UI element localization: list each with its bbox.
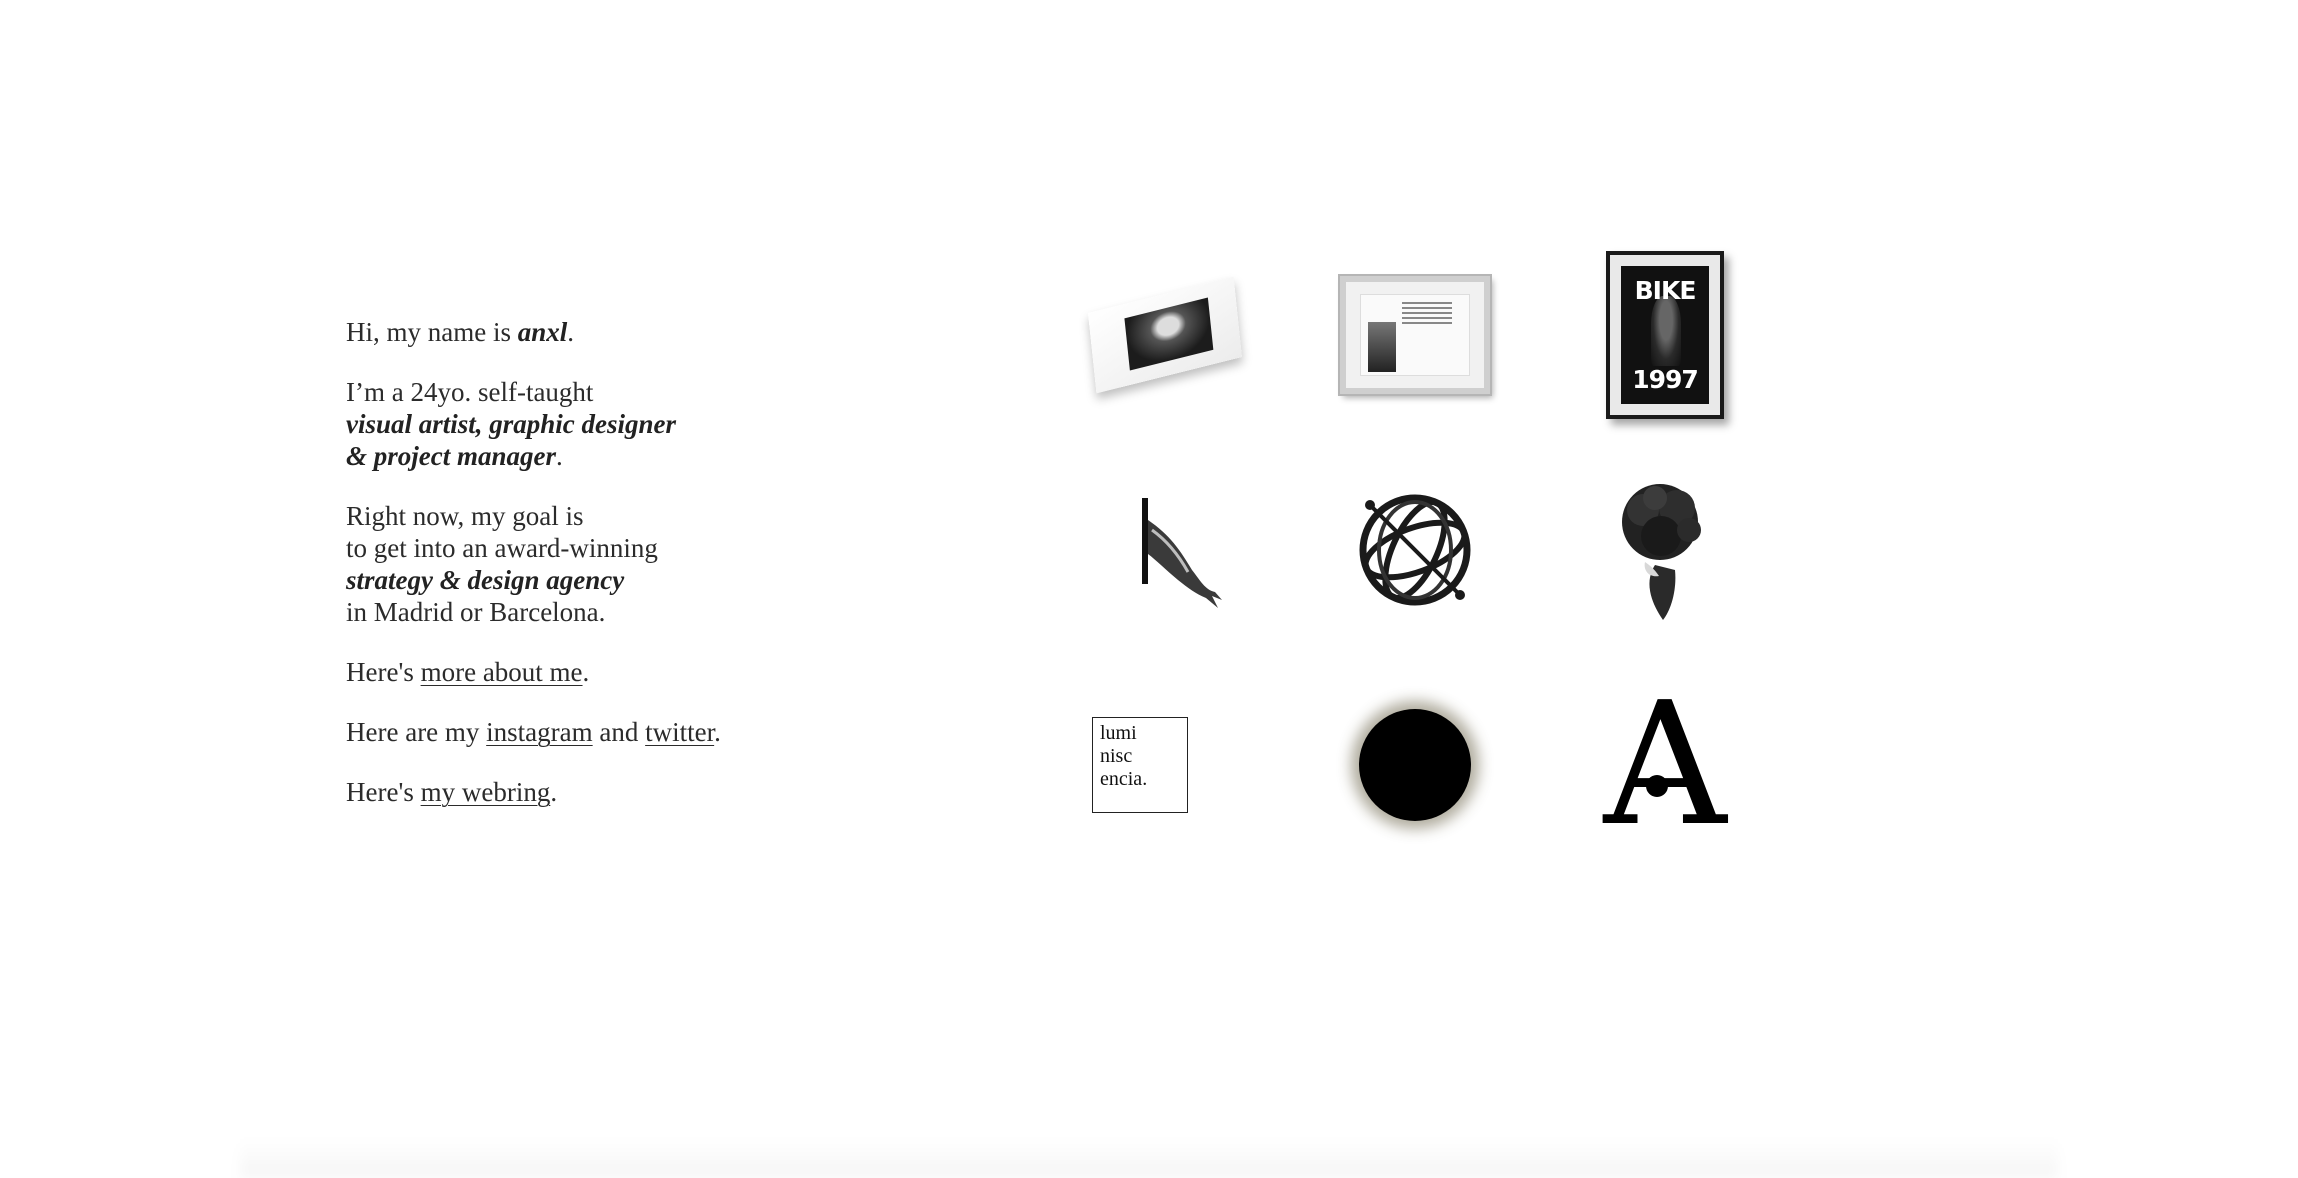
greeting-suffix: . [567,317,575,347]
goal-paragraph: Right now, my goal is to get into an awar… [346,500,906,628]
globe-icon [1359,494,1471,606]
gallery-item-black-orb[interactable] [1325,675,1505,855]
role-line-2: & project manager [346,441,556,471]
poster-figure [1651,296,1681,366]
webring-paragraph: Here's my webring. [346,776,906,808]
bottom-shadow [240,1138,2058,1178]
framed-poster-icon: BIKE 1997 [1606,251,1724,419]
frame-caption-lines [1402,302,1452,327]
framed-photo-icon [1338,274,1492,396]
gallery-item-letter-a-logo[interactable]: A [1575,675,1755,855]
gallery-item-armillary-sphere[interactable] [1325,460,1505,640]
goal-line-3: in Madrid or Barcelona. [346,597,606,627]
tilted-print-icon [1088,276,1242,394]
orb-icon [1359,709,1471,821]
webring-suffix: . [550,777,558,807]
flower-bust-icon [1622,484,1701,620]
about-paragraph: I’m a 24yo. self-taught visual artist, gr… [346,376,906,472]
greeting-text: Hi, my name is [346,317,518,347]
more-about-me-link[interactable]: more about me [421,657,583,687]
logo-dot [1645,775,1668,797]
goal-emphasis: strategy & design agency [346,565,625,595]
lumi-line-3: encia. [1100,768,1148,790]
greeting-paragraph: Hi, my name is anxl. [346,316,906,348]
social-suffix: . [714,717,721,747]
social-prefix: Here are my [346,717,487,747]
lumi-line-2: nisc [1100,745,1133,767]
portfolio-gallery: BIKE 1997 lumi nisc encia. A [1075,245,1775,850]
logo-letter: A [1603,666,1727,864]
more-paragraph: Here's more about me. [346,656,906,688]
lumi-line-1: lumi [1100,722,1137,744]
webring-prefix: Here's [346,777,421,807]
gallery-item-luminiscencia[interactable]: lumi nisc encia. [1075,675,1255,855]
social-paragraph: Here are my instagram and twitter. [346,716,906,748]
more-prefix: Here's [346,657,421,687]
social-and: and [592,717,646,747]
twitter-link[interactable]: twitter [645,717,714,747]
role-line-1: visual artist, graphic designer [346,409,677,439]
frame-picture [1368,322,1396,372]
gallery-item-framed-photo[interactable] [1325,245,1505,425]
goal-line-2: to get into an award-winning [346,533,658,563]
author-name: anxl [517,317,568,347]
poster-year: 1997 [1632,365,1699,394]
gallery-item-print-mockup[interactable] [1075,245,1255,425]
bike-poster: BIKE 1997 [1621,266,1709,404]
gallery-item-bike-poster[interactable]: BIKE 1997 [1575,245,1755,425]
letter-a-logo-icon: A [1604,680,1727,850]
gallery-item-hand-sculpture[interactable] [1075,460,1255,640]
webring-link[interactable]: my webring [421,777,551,807]
more-suffix: . [582,657,590,687]
about-text: I’m a 24yo. self-taught [346,377,594,407]
instagram-link[interactable]: instagram [486,717,592,747]
goal-line-1: Right now, my goal is [346,501,584,531]
poster-title: BIKE [1634,276,1697,305]
gallery-item-flower-bust[interactable] [1575,460,1755,640]
hand-icon [1142,498,1222,608]
print-image [1124,297,1214,371]
intro-text: Hi, my name is anxl. I’m a 24yo. self-ta… [346,316,906,836]
role-suffix: . [556,441,563,471]
luminiscencia-text-box: lumi nisc encia. [1092,717,1188,813]
